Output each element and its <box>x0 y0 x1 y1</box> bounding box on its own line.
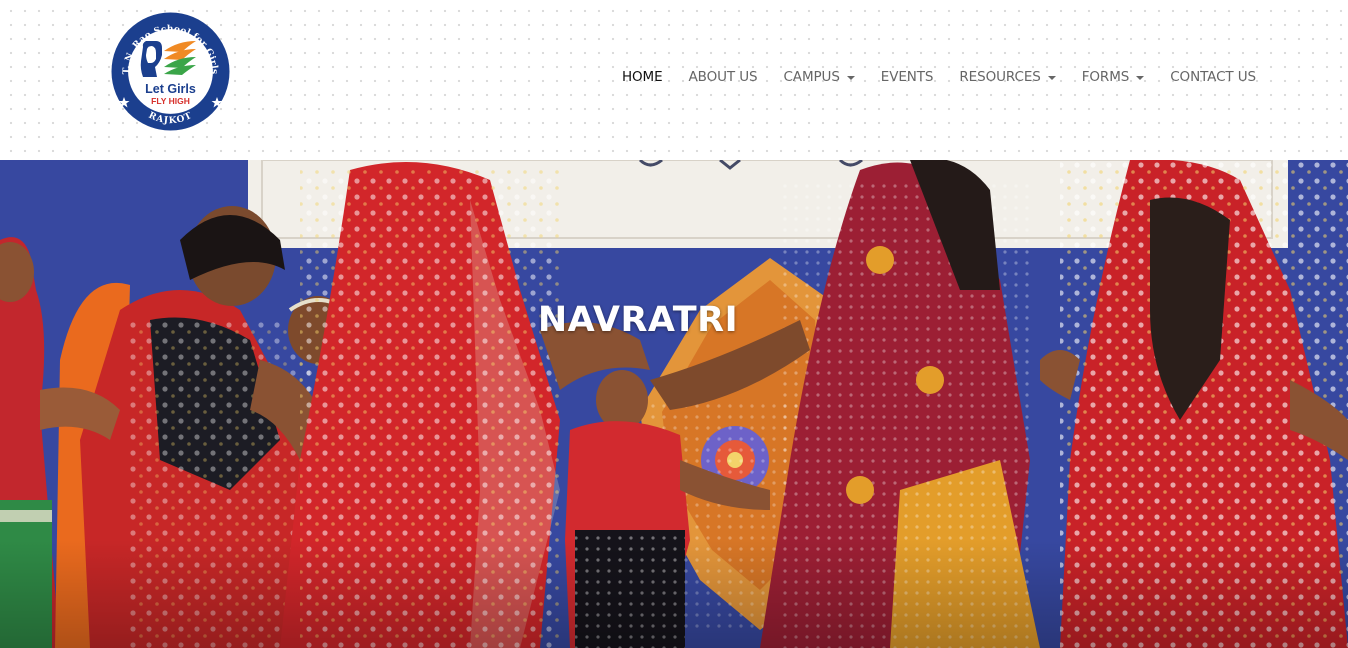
caret-down-icon <box>846 75 855 80</box>
site-header: Let Girls FLY HIGH T. N. Rao School for … <box>0 0 1348 160</box>
nav-events-label: EVENTS <box>880 69 934 85</box>
logo-tagline-line2: FLY HIGH <box>151 96 190 106</box>
nav-about-us[interactable]: ABOUT US <box>689 69 758 85</box>
caret-down-icon <box>1047 75 1056 80</box>
school-logo[interactable]: Let Girls FLY HIGH T. N. Rao School for … <box>110 11 231 132</box>
hero-title: NAVRATRI <box>537 300 739 340</box>
hero-image-navratri-dancers <box>0 160 1348 648</box>
nav-contact-us[interactable]: CONTACT US <box>1170 69 1256 85</box>
nav-resources-label: RESOURCES <box>959 69 1041 85</box>
caret-down-icon <box>1136 75 1145 80</box>
nav-forms[interactable]: FORMS <box>1082 69 1145 85</box>
nav-about-us-label: ABOUT US <box>688 69 758 85</box>
nav-contact-us-label: CONTACT US <box>1170 69 1256 85</box>
main-nav: HOME ABOUT US CAMPUS EVENTS RESOURCES FO… <box>622 66 1256 88</box>
hero-slider[interactable]: NAVRATRI <box>0 160 1348 648</box>
nav-forms-label: FORMS <box>1081 69 1130 85</box>
nav-campus[interactable]: CAMPUS <box>783 69 855 85</box>
nav-home[interactable]: HOME <box>622 69 663 85</box>
nav-home-label: HOME <box>621 69 663 85</box>
nav-events[interactable]: EVENTS <box>881 69 934 85</box>
nav-campus-label: CAMPUS <box>783 69 840 85</box>
logo-tagline-line1: Let Girls <box>145 82 196 96</box>
nav-resources[interactable]: RESOURCES <box>959 69 1056 85</box>
